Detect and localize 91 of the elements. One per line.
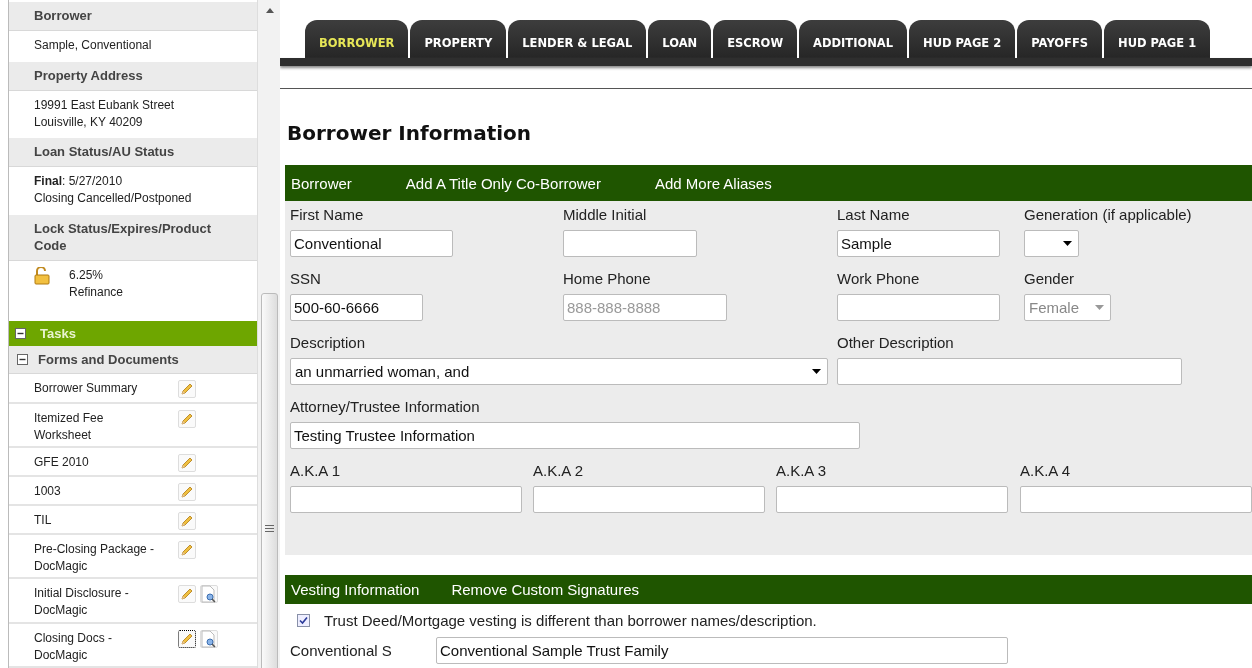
tab[interactable]: HUD PAGE 1 [1104, 20, 1211, 58]
forms-heading: Forms and Documents [38, 352, 179, 368]
tab[interactable]: LOAN [648, 20, 712, 58]
field-label: Conventional S [290, 642, 393, 659]
text-field[interactable] [533, 486, 765, 513]
bar-link[interactable]: Add A Title Only Co-Borrower [405, 174, 601, 192]
lock-detail: 6.25% [69, 266, 105, 284]
tab[interactable]: PROPERTY [410, 20, 507, 58]
field-label: A.K.A 1 [290, 461, 342, 480]
section-heading: Borrower [9, 0, 257, 31]
section-value: Closing Cancelled/Postponed [34, 190, 193, 208]
pencil-icon [180, 455, 194, 470]
field-label: A.K.A 2 [533, 461, 585, 480]
document-link[interactable]: Pre-Closing Package - DocMagic [34, 541, 162, 574]
dropdown-field[interactable]: an unmarried woman, and [290, 358, 828, 385]
dropdown-arrow-icon [1063, 241, 1072, 246]
preview-button[interactable] [200, 585, 218, 604]
page-title: Borrower Information [287, 121, 533, 145]
bar-link[interactable]: Remove Custom Signatures [451, 581, 639, 598]
checkbox[interactable] [297, 614, 310, 627]
field-label: Generation (if applicable) [1024, 205, 1193, 224]
collapse-toggle-icon[interactable] [17, 354, 28, 366]
field-label: A.K.A 4 [1020, 461, 1072, 480]
text-field[interactable]: 500-60-6666 [290, 294, 423, 321]
field-label: Gender [1024, 269, 1076, 288]
field-label: Last Name [837, 205, 911, 224]
bar-link[interactable]: Vesting Information [291, 581, 420, 598]
document-link[interactable]: Initial Disclosure - DocMagic [34, 585, 162, 618]
pencil-icon [180, 543, 194, 558]
text-field[interactable] [837, 294, 1000, 321]
grip-icon [265, 525, 274, 532]
section-heading: Property Address [9, 60, 257, 92]
section-value: 19991 East Eubank Street [34, 97, 176, 115]
pencil-icon [180, 382, 194, 397]
text-field[interactable] [1020, 486, 1252, 513]
scroll-up-arrow-icon[interactable] [266, 8, 274, 13]
checkbox-label: Trust Deed/Mortgage vesting is different than borrower names/description. [324, 612, 817, 629]
document-link[interactable]: Closing Docs - DocMagic [34, 629, 162, 662]
pencil-icon [180, 514, 194, 528]
document-link[interactable]: Itemized Fee Worksheet [34, 409, 162, 442]
pencil-icon [180, 631, 194, 646]
document-link[interactable]: Borrower Summary [34, 380, 162, 398]
field-label: First Name [290, 205, 365, 224]
pencil-icon [180, 587, 194, 602]
tab[interactable]: LENDER & LEGAL [508, 20, 647, 58]
field-label: Work Phone [837, 269, 921, 288]
text-field[interactable] [837, 358, 1182, 385]
dropdown-arrow-icon [812, 369, 821, 374]
tab[interactable]: BORROWER [305, 20, 409, 58]
tab[interactable]: PAYOFFS [1017, 20, 1103, 58]
document-search-icon [201, 585, 217, 604]
field-label: Attorney/Trustee Information [290, 397, 481, 416]
dropdown-arrow-icon [1095, 305, 1104, 310]
collapse-toggle-icon[interactable] [15, 328, 26, 340]
pencil-icon [180, 484, 194, 499]
field-label: Middle Initial [563, 205, 648, 224]
scrollbar[interactable] [257, 0, 280, 668]
pencil-icon [180, 411, 194, 426]
section-value: Louisville, KY 40209 [34, 114, 144, 132]
tasks-heading: Tasks [40, 326, 76, 342]
field-label: Other Description [837, 333, 955, 352]
text-field[interactable] [290, 486, 522, 513]
tab[interactable]: HUD PAGE 2 [909, 20, 1016, 58]
text-field[interactable]: Sample [837, 230, 1000, 257]
bar-link[interactable]: Borrower [291, 174, 352, 192]
text-field[interactable]: 888-888-8888 [563, 294, 727, 321]
text-field[interactable] [563, 230, 697, 257]
tab[interactable]: ESCROW [713, 20, 798, 58]
lock-detail: Refinance [69, 283, 124, 301]
document-link[interactable]: 1003 [34, 482, 162, 500]
field-label: Home Phone [563, 269, 652, 288]
text-field[interactable] [776, 486, 1008, 513]
field-label: Description [290, 333, 367, 352]
document-link[interactable]: TIL [34, 512, 162, 530]
document-search-icon [201, 629, 217, 648]
text-field[interactable]: Testing Trustee Information [290, 422, 860, 449]
preview-button[interactable] [200, 629, 218, 648]
section-value: Final: 5/27/2010 [34, 173, 124, 191]
section-value: Sample, Conventional [34, 37, 153, 54]
document-link[interactable]: GFE 2010 [34, 453, 162, 471]
text-field[interactable]: Conventional Sample Trust Family [436, 637, 1008, 664]
field-label: SSN [290, 269, 322, 288]
field-label: A.K.A 3 [776, 461, 828, 480]
tab[interactable]: ADDITIONAL [799, 20, 908, 58]
bar-link[interactable]: Add More Aliases [654, 174, 772, 192]
section-heading: Loan Status/AU Status [9, 136, 257, 168]
text-field[interactable]: Conventional [290, 230, 453, 257]
section-heading: Lock Status/Expires/Product Code [9, 212, 257, 261]
padlock-icon [34, 266, 50, 285]
edit-button[interactable] [178, 629, 196, 648]
dropdown-field[interactable] [1024, 230, 1079, 257]
